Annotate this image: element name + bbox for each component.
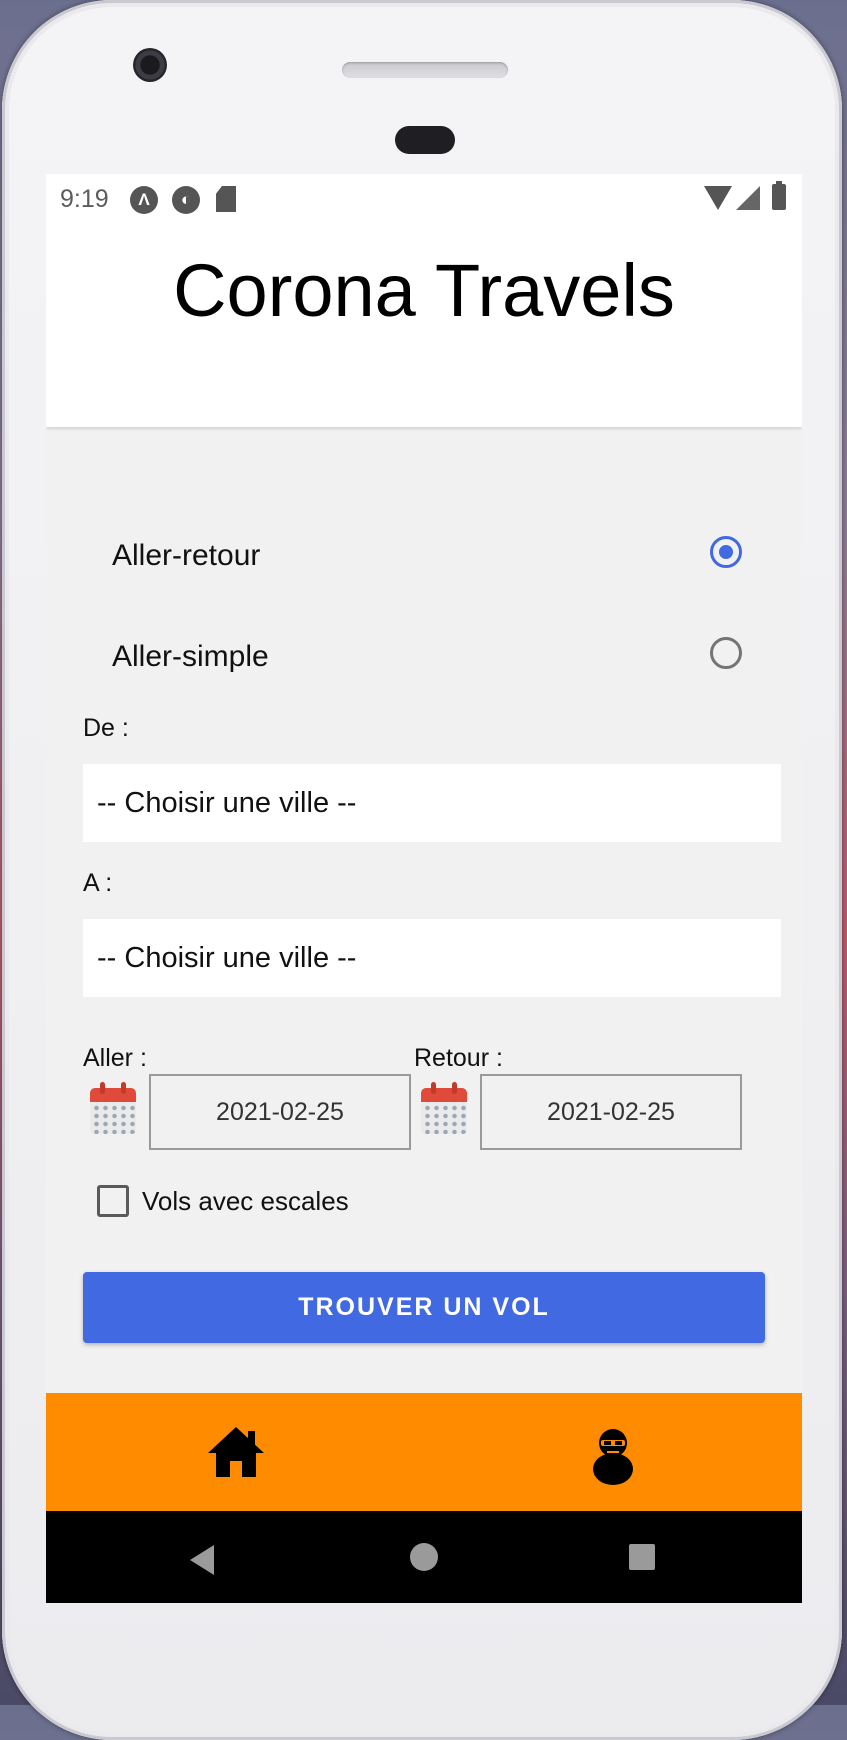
profile-icon[interactable] bbox=[583, 1421, 643, 1485]
battery-icon bbox=[772, 181, 786, 210]
from-label: De : bbox=[83, 714, 129, 742]
page-title: Corona Travels bbox=[173, 249, 675, 332]
stopovers-label: Vols avec escales bbox=[142, 1186, 349, 1216]
status-time: 9:19 bbox=[60, 185, 109, 213]
bottom-nav bbox=[46, 1393, 802, 1511]
app-header: Corona Travels bbox=[46, 222, 802, 427]
home-button-icon[interactable] bbox=[410, 1543, 438, 1571]
signal-icon bbox=[736, 186, 760, 210]
stopovers-checkbox[interactable] bbox=[97, 1185, 129, 1217]
system-navigation-bar bbox=[46, 1511, 802, 1603]
to-city-select[interactable]: -- Choisir une ville -- bbox=[83, 919, 781, 997]
departure-label: Aller : bbox=[83, 1044, 147, 1072]
return-label: Retour : bbox=[414, 1044, 503, 1072]
return-date-value: 2021-02-25 bbox=[547, 1097, 675, 1126]
home-icon[interactable] bbox=[206, 1421, 266, 1485]
back-icon[interactable] bbox=[190, 1545, 214, 1575]
wifi-icon bbox=[704, 186, 732, 210]
return-calendar-icon[interactable] bbox=[421, 1082, 467, 1134]
radio-label: Aller-retour bbox=[112, 539, 261, 572]
from-city-value: -- Choisir une ville -- bbox=[97, 786, 357, 819]
trip-option-round-trip[interactable]: Aller-retour bbox=[112, 527, 742, 587]
return-date-field[interactable]: 2021-02-25 bbox=[480, 1074, 742, 1150]
status-bar: 9:19 Λ ◐ bbox=[46, 174, 802, 222]
to-label: A : bbox=[83, 869, 113, 897]
front-camera bbox=[133, 48, 167, 82]
recents-icon[interactable] bbox=[629, 1544, 655, 1570]
phone-frame: 9:19 Λ ◐ Corona Travels Aller-retour All… bbox=[2, 0, 842, 1740]
a-icon: Λ bbox=[130, 186, 158, 214]
sd-card-icon bbox=[216, 186, 236, 212]
proximity-sensor bbox=[395, 126, 455, 154]
app-screen: 9:19 Λ ◐ Corona Travels Aller-retour All… bbox=[46, 174, 802, 1603]
radio-label: Aller-simple bbox=[112, 640, 269, 673]
to-city-value: -- Choisir une ville -- bbox=[97, 941, 357, 974]
departure-date-value: 2021-02-25 bbox=[216, 1097, 344, 1126]
departure-date-field[interactable]: 2021-02-25 bbox=[149, 1074, 411, 1150]
departure-calendar-icon[interactable] bbox=[90, 1082, 136, 1134]
from-city-select[interactable]: -- Choisir une ville -- bbox=[83, 764, 781, 842]
one-way-radio[interactable] bbox=[710, 637, 742, 669]
find-flight-button[interactable]: TROUVER UN VOL bbox=[83, 1272, 765, 1343]
trip-option-one-way[interactable]: Aller-simple bbox=[112, 628, 742, 688]
round-trip-radio[interactable] bbox=[710, 536, 742, 568]
circle-icon: ◐ bbox=[172, 186, 200, 214]
earpiece-speaker bbox=[342, 62, 508, 78]
